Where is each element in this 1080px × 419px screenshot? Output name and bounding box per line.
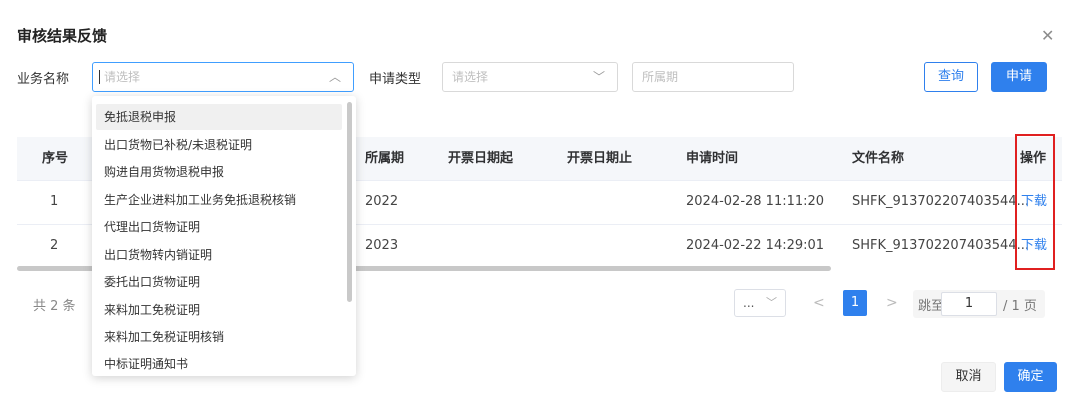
dropdown-option[interactable]: 生产企业进料加工业务免抵退税核销 [96, 187, 342, 213]
total-pages: / 1 页 [1003, 299, 1037, 314]
next-page-button[interactable]: > [886, 293, 898, 313]
cell-period: 2022 [365, 194, 399, 209]
apply-type-label: 申请类型 [369, 72, 422, 87]
column-header-index: 序号 [42, 151, 69, 166]
dropdown-option[interactable]: 购进自用货物退税申报 [96, 159, 342, 185]
cell-index: 2 [50, 238, 59, 253]
column-header-apply-time: 申请时间 [686, 151, 739, 166]
chevron-down-icon: ﹀ [592, 70, 605, 84]
dropdown-option[interactable]: 免抵退税申报 [96, 104, 342, 130]
page-size-select[interactable]: ... ﹀ [734, 289, 786, 317]
dropdown-option[interactable]: 委托出口货物证明 [96, 269, 342, 295]
dropdown-scrollbar[interactable] [347, 102, 352, 302]
dialog-title: 审核结果反馈 [17, 27, 108, 45]
period-placeholder: 所属期 [642, 70, 679, 84]
period-input[interactable]: 所属期 [632, 62, 794, 92]
page-number-current[interactable]: 1 [843, 290, 867, 316]
page-jumper: 跳至 1 / 1 页 [913, 290, 1045, 318]
dropdown-option[interactable]: 来料加工免税证明 [96, 297, 342, 323]
business-name-placeholder: 请选择 [104, 70, 141, 84]
dropdown-option[interactable]: 出口货物已补税/未退税证明 [96, 132, 342, 158]
column-header-file-name: 文件名称 [852, 151, 905, 166]
cancel-button[interactable]: 取消 [941, 362, 996, 392]
dropdown-option[interactable]: 出口货物转内销证明 [96, 242, 342, 268]
business-name-select[interactable]: 请选择 ︿ [92, 62, 354, 92]
cell-period: 2023 [365, 238, 399, 253]
jump-page-input[interactable]: 1 [941, 292, 997, 316]
prev-page-button[interactable]: < [813, 293, 825, 313]
text-cursor [99, 70, 100, 84]
business-name-label: 业务名称 [17, 72, 70, 87]
apply-type-placeholder: 请选择 [452, 70, 489, 84]
apply-type-select[interactable]: 请选择 ﹀ [442, 62, 618, 92]
cell-file-name: SHFK_913702207403544... [852, 194, 1029, 209]
column-header-period: 所属期 [365, 151, 405, 166]
confirm-button[interactable]: 确定 [1004, 362, 1057, 392]
action-column-highlight [1015, 134, 1055, 270]
close-icon[interactable]: ✕ [1041, 26, 1054, 45]
column-header-invoice-start: 开票日期起 [448, 151, 514, 166]
chevron-up-icon: ︿ [328, 70, 341, 84]
business-name-dropdown: 免抵退税申报 出口货物已补税/未退税证明 购进自用货物退税申报 生产企业进料加工… [92, 96, 356, 376]
cell-apply-time: 2024-02-22 14:29:01 [686, 238, 825, 253]
query-button[interactable]: 查询 [924, 62, 978, 92]
cell-index: 1 [50, 194, 59, 209]
cell-apply-time: 2024-02-28 11:11:20 [686, 194, 825, 209]
column-header-invoice-end: 开票日期止 [567, 151, 633, 166]
chevron-down-icon: ﹀ [766, 296, 777, 309]
page-size-value: ... [743, 296, 755, 310]
dropdown-option[interactable]: 来料加工免税证明核销 [96, 324, 342, 350]
total-count: 共 2 条 [33, 299, 76, 314]
dropdown-option[interactable]: 代理出口货物证明 [96, 214, 342, 240]
apply-button[interactable]: 申请 [991, 62, 1047, 92]
cell-file-name: SHFK_913702207403544... [852, 238, 1029, 253]
dropdown-option[interactable]: 中标证明通知书 [96, 351, 342, 376]
